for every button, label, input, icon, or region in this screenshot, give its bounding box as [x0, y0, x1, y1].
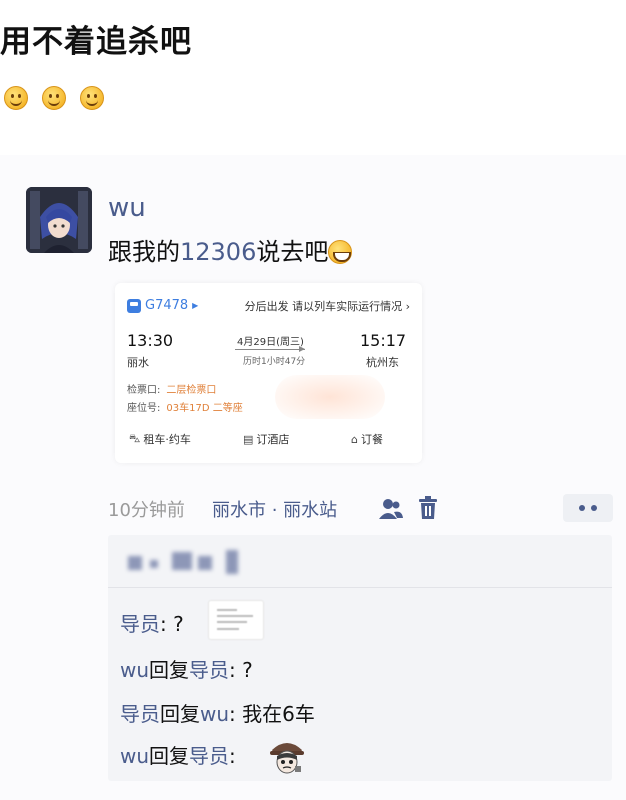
- comment-sticker-icon[interactable]: [268, 736, 306, 774]
- meal-button[interactable]: ⌂ 订餐: [351, 431, 383, 447]
- hotel-button[interactable]: ▤ 订酒店: [243, 431, 289, 447]
- post-text: 跟我的12306说去吧: [108, 232, 353, 267]
- depart-time: 13:30: [127, 331, 174, 350]
- post-time: 10分钟前: [108, 500, 185, 521]
- comment-author[interactable]: 导员: [120, 612, 160, 636]
- comment-reply-word: 回复: [149, 744, 190, 768]
- comment-author[interactable]: wu: [120, 744, 149, 768]
- comment-item[interactable]: wu回复导员: ?: [120, 654, 253, 683]
- comments-divider: [108, 587, 612, 588]
- highlight-glow: [275, 375, 385, 419]
- travel-date: 4月29日(周三): [237, 337, 304, 348]
- chevron-right-icon: ▶: [192, 301, 199, 310]
- blurred-like: [226, 550, 238, 574]
- comment-reply-target[interactable]: wu: [200, 702, 229, 726]
- gate-info: 检票口: 二层检票口: [127, 381, 216, 396]
- comment-reply-word: 回复: [160, 702, 200, 726]
- depart-station: 丽水: [127, 356, 149, 369]
- blurred-like: [150, 560, 158, 568]
- meal-icon: ⌂: [351, 432, 358, 446]
- post-text-part: 说去吧: [256, 238, 329, 266]
- gate-value: 二层检票口: [166, 385, 217, 396]
- people-icon[interactable]: [378, 498, 404, 520]
- smiley-emoji-icon: [42, 86, 66, 110]
- gate-label: 检票口:: [127, 385, 161, 396]
- smiley-emoji-icon: [80, 86, 104, 110]
- comment-author[interactable]: 导员: [120, 702, 160, 726]
- route-arrow: [235, 346, 305, 352]
- blurred-like: [172, 552, 192, 570]
- comment-item[interactable]: 导员: ?: [120, 608, 184, 637]
- hotel-icon: ▤: [243, 432, 254, 446]
- comment-reply-target[interactable]: 导员: [189, 658, 229, 682]
- car-rental-button[interactable]: ⛍ 租车·约车: [129, 431, 191, 447]
- comment-item[interactable]: 导员回复wu: 我在6车: [120, 698, 315, 727]
- trash-icon[interactable]: [418, 496, 438, 520]
- seat-info: 座位号: 03车17D 二等座: [127, 399, 243, 414]
- emoji-row: [4, 86, 104, 110]
- comment-text: :: [229, 744, 236, 768]
- post-text-part: 跟我的: [108, 238, 180, 266]
- blurred-like: [198, 556, 212, 570]
- comment-text: : ?: [229, 658, 253, 682]
- avatar[interactable]: [26, 187, 92, 253]
- train-number-badge[interactable]: G7478 ▶: [127, 298, 198, 313]
- comment-reply-target[interactable]: 导员: [189, 744, 229, 768]
- seat-label: 座位号:: [127, 403, 161, 414]
- caption-text: 用不着追杀吧: [0, 24, 192, 60]
- departure-notice[interactable]: 分后出发 请以列车实际运行情况 ›: [245, 298, 410, 314]
- smiley-emoji-icon: [4, 86, 28, 110]
- arrive-station: 杭州东: [366, 356, 399, 369]
- grin-emoji-icon: [328, 240, 353, 264]
- comment-image-thumbnail[interactable]: [208, 600, 264, 640]
- hotel-label: 订酒店: [256, 433, 290, 446]
- post-text-number[interactable]: 12306: [180, 238, 256, 266]
- train-ticket-card[interactable]: G7478 ▶ 分后出发 请以列车实际运行情况 › 13:30 丽水 4月29日…: [115, 283, 422, 463]
- more-actions-button[interactable]: [563, 494, 613, 522]
- post-username[interactable]: wu: [108, 193, 146, 223]
- seat-value: 03车17D 二等座: [166, 403, 243, 414]
- comment-reply-word: 回复: [149, 658, 190, 682]
- comment-text: : ?: [160, 612, 184, 636]
- car-rental-label: 租车·约车: [143, 433, 191, 446]
- comment-author[interactable]: wu: [120, 658, 149, 682]
- car-icon: ⛍: [129, 431, 141, 445]
- arrive-time: 15:17: [360, 331, 407, 350]
- meal-label: 订餐: [360, 433, 383, 446]
- blurred-like: [128, 556, 142, 570]
- train-icon: [127, 298, 141, 313]
- post-location[interactable]: 丽水市 · 丽水站: [212, 496, 337, 522]
- comment-item[interactable]: wu回复导员:: [120, 740, 236, 769]
- travel-duration: 历时1小时47分: [243, 357, 306, 367]
- avatar-image-icon: [26, 187, 92, 253]
- train-number: G7478: [145, 298, 189, 313]
- comment-text: : 我在6车: [229, 702, 315, 726]
